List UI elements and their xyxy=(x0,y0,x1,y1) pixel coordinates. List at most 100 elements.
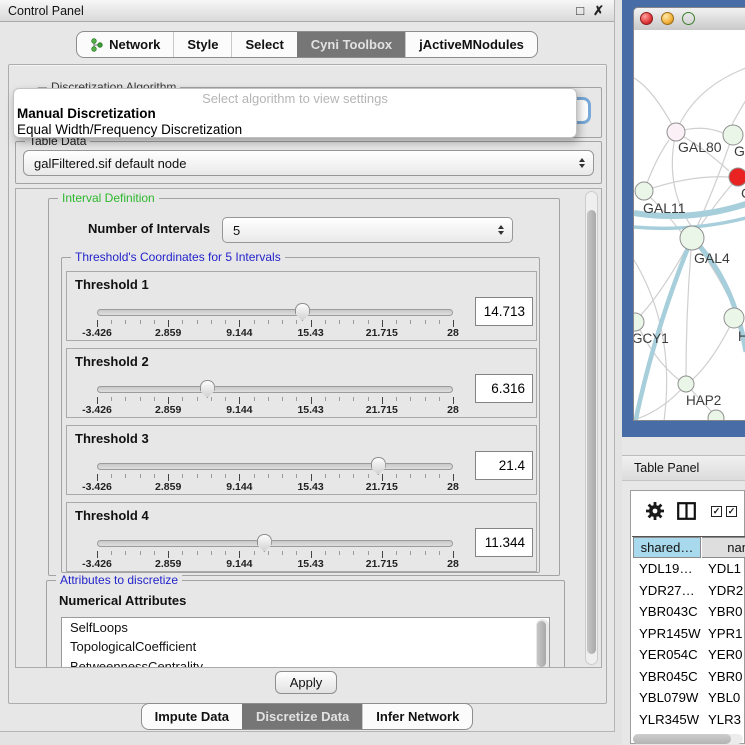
threshold-label: Threshold 2 xyxy=(75,354,149,369)
threshold-value-field[interactable]: 21.4 xyxy=(475,451,533,480)
attributes-section: Attributes to discretize Numerical Attri… xyxy=(46,580,565,668)
threshold-value-field[interactable]: 6.316 xyxy=(475,374,533,403)
slider-tick-labels: -3.4262.8599.14415.4321.71528 xyxy=(97,327,453,339)
checkbox-icon[interactable]: ✓ xyxy=(726,506,737,517)
network-node-gal11[interactable] xyxy=(635,182,653,200)
threshold-row: Threshold 3 -3.4262.8599.14415.4321.7152… xyxy=(66,425,537,495)
close-icon[interactable]: ✗ xyxy=(593,0,604,22)
network-edge[interactable] xyxy=(731,100,745,127)
float-window-icon[interactable]: □ xyxy=(576,0,584,22)
tab-network[interactable]: Network xyxy=(77,32,173,57)
table-panel-titlebar: Table Panel xyxy=(622,455,745,481)
table-row[interactable]: YDR27… YDR2 xyxy=(632,580,745,602)
table-row[interactable]: YPR145W YPR1 xyxy=(632,623,745,645)
slider-thumb[interactable] xyxy=(200,380,215,398)
network-node-label: GAL11 xyxy=(643,200,686,216)
network-edge[interactable] xyxy=(634,78,676,132)
control-panel-titlebar: Control Panel □ ✗ xyxy=(0,0,614,22)
column-layout-icon[interactable] xyxy=(677,502,696,520)
slider-track[interactable] xyxy=(97,309,453,316)
attribute-list-item[interactable]: SelfLoops xyxy=(62,618,549,637)
network-node-gcy1[interactable] xyxy=(634,313,644,331)
apply-button[interactable]: Apply xyxy=(275,671,337,694)
slider-track[interactable] xyxy=(97,463,453,470)
network-edge[interactable] xyxy=(644,177,729,191)
cell-name: YPR1 xyxy=(701,626,742,641)
bottom-tab-discretize-data[interactable]: Discretize Data xyxy=(242,704,362,729)
dropdown-option[interactable]: Manual Discretization xyxy=(14,106,576,122)
panel-scrollbar[interactable] xyxy=(585,191,598,665)
network-canvas[interactable]: GAL80GACGAL11GAL4GCY1HHAP2 xyxy=(634,30,745,421)
table-row[interactable]: YDL19… YDL1 xyxy=(632,558,745,580)
network-edge[interactable] xyxy=(692,318,734,380)
network-node-gal4[interactable] xyxy=(680,226,704,250)
cell-name: YER0 xyxy=(701,647,742,662)
table-row[interactable]: YLR345W YLR3 xyxy=(632,709,745,731)
network-node-label: GAL80 xyxy=(678,139,722,155)
table-panel-title: Table Panel xyxy=(634,461,699,475)
table-horizontal-scrollbar[interactable] xyxy=(633,734,743,744)
network-node-label: H xyxy=(738,329,745,344)
attributes-scrollbar[interactable] xyxy=(536,619,549,668)
bottom-tab-bar: Impute Data Discretize Data Infer Networ… xyxy=(0,703,614,730)
column-header-shared-name[interactable]: shared… xyxy=(633,537,701,558)
bottom-tab-impute-data[interactable]: Impute Data xyxy=(142,704,242,729)
slider-track[interactable] xyxy=(97,540,453,547)
bottom-tab-infer-network[interactable]: Infer Network xyxy=(362,704,472,729)
network-node-ga[interactable] xyxy=(723,125,743,145)
tab-cyni-toolbox[interactable]: Cyni Toolbox xyxy=(297,32,405,57)
threshold-value-field[interactable]: 14.713 xyxy=(475,297,533,326)
table-row[interactable]: YER054C YER0 xyxy=(632,644,745,666)
close-traffic-light-icon[interactable] xyxy=(640,12,653,25)
network-edge[interactable] xyxy=(686,238,692,376)
slider-track[interactable] xyxy=(97,386,453,393)
thresholds-section: Threshold's Coordinates for 5 Intervals … xyxy=(61,257,540,573)
network-edge[interactable] xyxy=(676,68,745,132)
cell-name: YDL1 xyxy=(701,561,741,576)
tab-label: Cyni Toolbox xyxy=(311,32,392,57)
cell-name: YDR2 xyxy=(701,583,743,598)
slider-thumb[interactable] xyxy=(257,534,272,552)
network-node-c[interactable] xyxy=(729,168,745,186)
table-row[interactable]: YBL079W YBL0 xyxy=(632,687,745,709)
column-header-name[interactable]: name xyxy=(702,537,745,558)
network-view-window[interactable]: GAL80GACGAL11GAL4GCY1HHAP2 xyxy=(633,7,745,421)
dropdown-placeholder: Select algorithm to view settings xyxy=(14,91,576,106)
thresholds-section-title: Threshold's Coordinates for 5 Intervals xyxy=(71,250,285,264)
algorithm-dropdown-popup: Select algorithm to view settings Manual… xyxy=(13,88,577,138)
slider-thumb[interactable] xyxy=(371,457,386,475)
attribute-list-item[interactable]: TopologicalCoefficient xyxy=(62,637,549,656)
spinner-icon xyxy=(498,225,504,235)
network-edge[interactable] xyxy=(634,238,692,421)
network-window-titlebar[interactable] xyxy=(634,8,745,31)
table-data-selected-value: galFiltered.sif default node xyxy=(34,156,186,171)
minimize-traffic-light-icon[interactable] xyxy=(661,12,674,25)
table-row[interactable]: YBR045C YBR0 xyxy=(632,666,745,688)
network-node[interactable] xyxy=(708,410,724,421)
attribute-list-item[interactable]: BetweennessCentrality xyxy=(62,657,549,668)
gear-icon[interactable] xyxy=(645,501,665,521)
tab-label: Network xyxy=(109,32,160,57)
screen: Control Panel □ ✗ Network Style Select xyxy=(0,0,745,745)
settings-scroll-panel: Interval Definition Number of Intervals … xyxy=(15,188,602,668)
cell-name: YLR3 xyxy=(701,712,741,727)
tab-select[interactable]: Select xyxy=(231,32,296,57)
slider-thumb[interactable] xyxy=(295,303,310,321)
table-row[interactable]: YBR043C YBR0 xyxy=(632,601,745,623)
slider-ticks xyxy=(97,397,453,404)
checkbox-icon[interactable]: ✓ xyxy=(711,506,722,517)
zoom-traffic-light-icon[interactable] xyxy=(682,12,695,25)
threshold-value-field[interactable]: 11.344 xyxy=(475,528,533,557)
numerical-attributes-list[interactable]: SelfLoops TopologicalCoefficient Between… xyxy=(61,617,550,668)
table-data-combobox[interactable]: galFiltered.sif default node xyxy=(23,150,594,176)
network-node-h[interactable] xyxy=(724,308,744,328)
tab-jactivemnodules[interactable]: jActiveMNodules xyxy=(405,32,537,57)
cell-name: YBR0 xyxy=(701,604,742,619)
network-node-hap2[interactable] xyxy=(678,376,694,392)
tab-style[interactable]: Style xyxy=(173,32,231,57)
interval-definition-title: Interval Definition xyxy=(58,191,159,205)
dropdown-option[interactable]: Equal Width/Frequency Discretization xyxy=(14,122,576,138)
tab-label: Discretize Data xyxy=(256,704,349,729)
number-of-intervals-combobox[interactable]: 5 xyxy=(222,217,513,243)
threshold-label: Threshold 3 xyxy=(75,431,149,446)
